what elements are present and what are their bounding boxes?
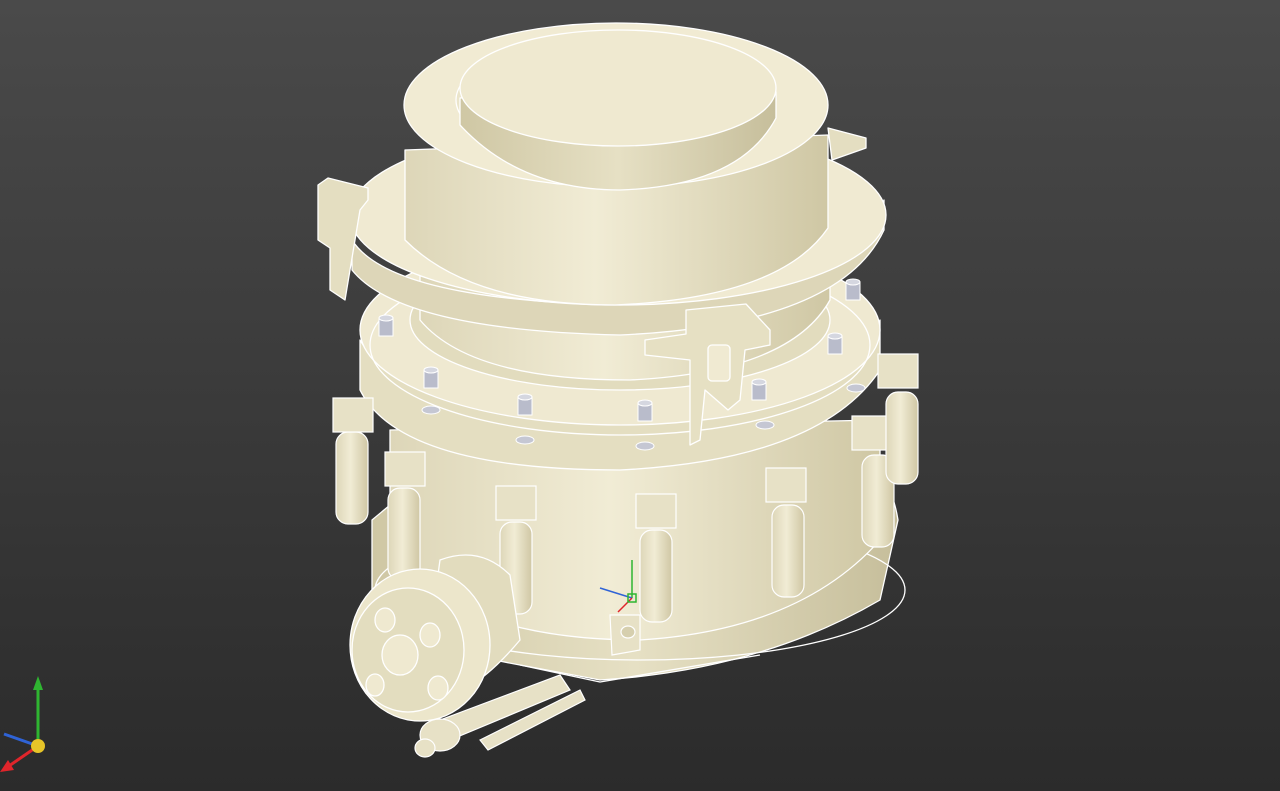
hopper-inner-top bbox=[459, 29, 777, 147]
sensor-head bbox=[707, 344, 731, 382]
cad-3d-viewport[interactable] bbox=[0, 0, 1280, 791]
base-mount-lug bbox=[609, 614, 641, 656]
cone-crusher-model[interactable] bbox=[0, 0, 1280, 791]
